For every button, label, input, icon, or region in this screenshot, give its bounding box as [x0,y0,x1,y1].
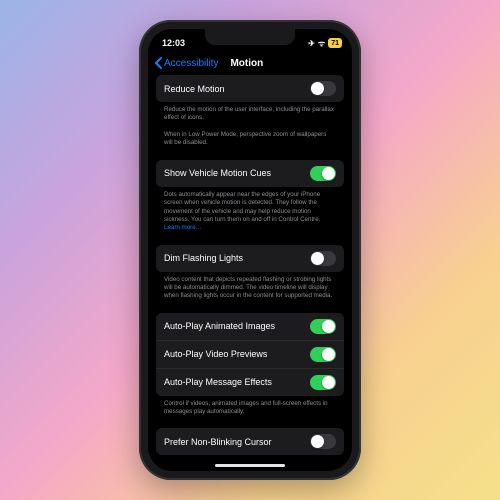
toggle-knob [322,320,335,333]
settings-row[interactable]: Auto-Play Animated Images [156,313,344,341]
settings-row[interactable]: Dim Flashing Lights [156,245,344,272]
settings-group-rows: Reduce Motion [156,75,344,102]
settings-group-rows: Dim Flashing Lights [156,245,344,272]
back-button[interactable]: Accessibility [154,57,218,69]
airplane-icon: ✈ [308,39,315,48]
settings-group: Show Vehicle Motion Cues Dots automatical… [156,160,344,239]
toggle-switch[interactable] [310,434,336,449]
screen: 12:03 ✈ ᯤ 71 Accessibility Motion Reduce… [148,29,352,471]
phone-frame: 12:03 ✈ ᯤ 71 Accessibility Motion Reduce… [139,20,361,480]
toggle-knob [311,435,324,448]
toggle-switch[interactable] [310,375,336,390]
notch [205,29,295,45]
learn-more-link[interactable]: Learn more… [164,224,202,231]
page-title: Motion [230,58,263,69]
row-label: Auto-Play Video Previews [164,349,267,359]
toggle-knob [311,252,324,265]
row-label: Auto-Play Animated Images [164,321,275,331]
back-label: Accessibility [164,58,218,69]
wifi-icon: ᯤ [318,38,325,49]
toggle-switch[interactable] [310,251,336,266]
group-footer: Reduce the motion of the user interface,… [156,102,344,154]
settings-row[interactable]: Auto-Play Video Previews [156,341,344,369]
home-indicator[interactable] [215,464,285,467]
chevron-left-icon [154,57,163,69]
status-time: 12:03 [162,38,185,48]
settings-group-rows: Auto-Play Animated Images Auto-Play Video… [156,313,344,396]
group-footer: Video content that depicts repeated flas… [156,272,344,307]
row-label: Dim Flashing Lights [164,253,243,263]
settings-group: Dim Flashing Lights Video content that de… [156,245,344,307]
toggle-switch[interactable] [310,319,336,334]
toggle-switch[interactable] [310,81,336,96]
toggle-knob [322,167,335,180]
toggle-knob [322,376,335,389]
settings-group: Prefer Non-Blinking Cursor [156,428,344,455]
settings-group: Auto-Play Animated Images Auto-Play Video… [156,313,344,423]
status-right: ✈ ᯤ 71 [308,38,342,49]
settings-list[interactable]: Reduce Motion Reduce the motion of the us… [148,75,352,471]
row-label: Reduce Motion [164,84,225,94]
settings-row[interactable]: Reduce Motion [156,75,344,102]
group-footer: Dots automatically appear near the edges… [156,187,344,239]
settings-group-rows: Show Vehicle Motion Cues [156,160,344,187]
settings-row[interactable]: Show Vehicle Motion Cues [156,160,344,187]
group-footer: Control if videos, animated images and f… [156,396,344,423]
row-label: Prefer Non-Blinking Cursor [164,437,272,447]
nav-bar: Accessibility Motion [148,53,352,75]
settings-group: Reduce Motion Reduce the motion of the us… [156,75,344,154]
row-label: Auto-Play Message Effects [164,377,272,387]
toggle-knob [322,348,335,361]
toggle-switch[interactable] [310,347,336,362]
toggle-switch[interactable] [310,166,336,181]
battery-indicator: 71 [328,38,342,48]
settings-row[interactable]: Auto-Play Message Effects [156,369,344,396]
settings-row[interactable]: Prefer Non-Blinking Cursor [156,428,344,455]
row-label: Show Vehicle Motion Cues [164,168,271,178]
toggle-knob [311,82,324,95]
settings-group-rows: Prefer Non-Blinking Cursor [156,428,344,455]
